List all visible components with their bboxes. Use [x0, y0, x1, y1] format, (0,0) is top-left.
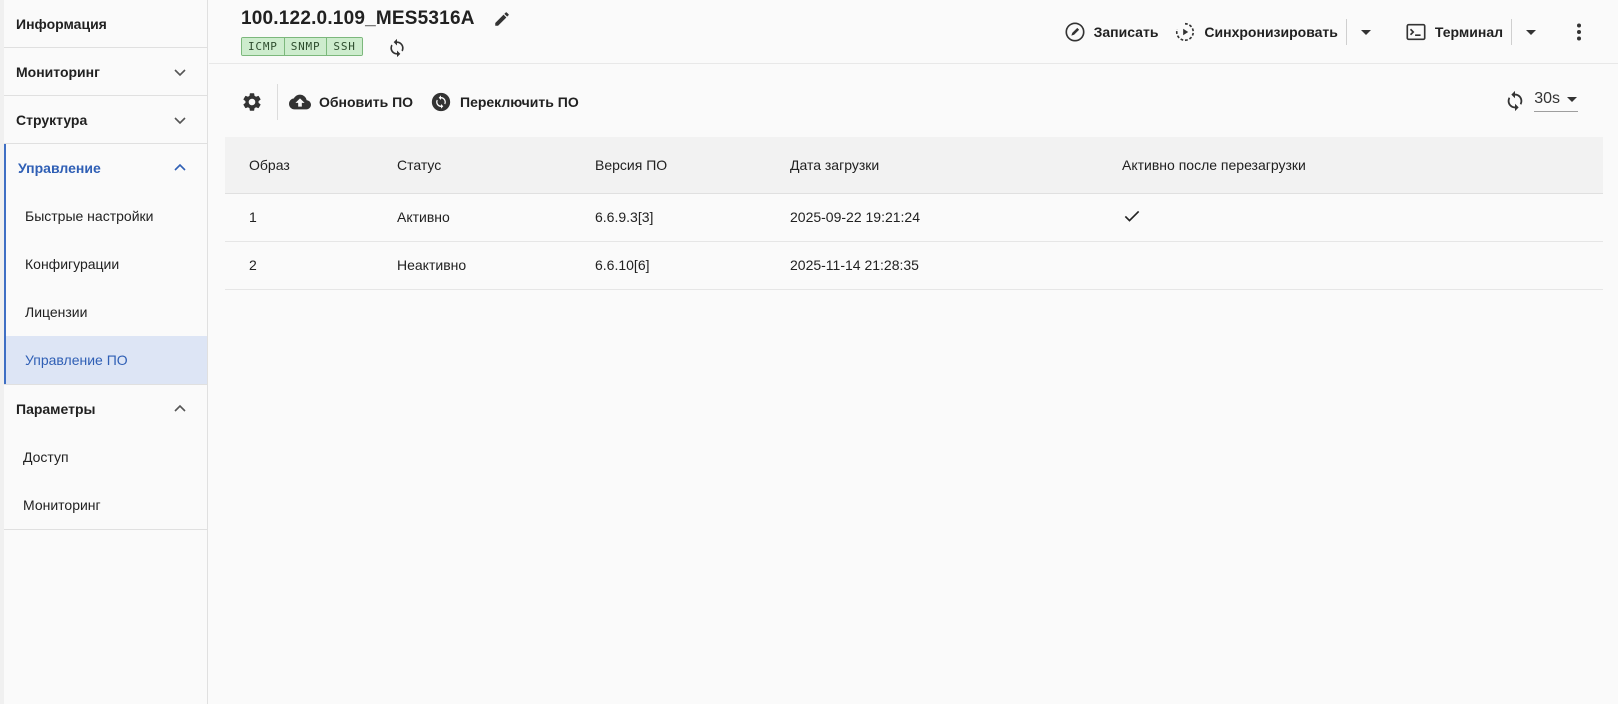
more-menu-button[interactable] — [1568, 21, 1590, 43]
cell-version: 6.6.9.3[3] — [571, 193, 766, 242]
sidebar-item-label: Конфигурации — [25, 256, 120, 272]
protocol-badge-ssh: SSH — [327, 38, 362, 55]
sidebar-item-label: Мониторинг — [16, 63, 100, 80]
protocol-badge-snmp: SNMP — [284, 38, 328, 55]
protocol-badges: ICMP SNMP SSH — [241, 37, 363, 56]
firmware-images-table: Образ Статус Версия ПО Дата загрузки Акт… — [225, 137, 1603, 290]
caret-down-icon — [1360, 30, 1371, 35]
divider — [1345, 19, 1347, 45]
sidebar-item-access[interactable]: Доступ — [4, 433, 207, 481]
column-header-upload-date[interactable]: Дата загрузки — [766, 137, 1098, 194]
sidebar-item-firmware-management[interactable]: Управление ПО — [4, 336, 207, 384]
terminal-button[interactable]: Терминал — [1405, 18, 1503, 46]
cell-upload-date: 2025-11-14 21:28:35 — [766, 241, 1098, 290]
sidebar-item-label: Структура — [16, 111, 88, 128]
sidebar-item-label: Управление — [18, 160, 101, 176]
chevron-up-icon — [174, 404, 186, 412]
status-badge: Неактивно — [373, 241, 571, 290]
refresh-interval-select[interactable]: 30s — [1534, 90, 1578, 112]
cell-image: 2 — [225, 241, 373, 290]
table-header-row: Образ Статус Версия ПО Дата загрузки Акт… — [225, 137, 1603, 194]
sidebar-item-param-monitoring[interactable]: Мониторинг — [4, 481, 207, 529]
sidebar-item-label: Параметры — [16, 401, 96, 417]
sidebar: Информация Мониторинг Структура Управлен… — [4, 0, 208, 704]
update-firmware-button[interactable]: Обновить ПО — [289, 91, 413, 113]
refresh-status-icon[interactable] — [387, 38, 407, 58]
caret-down-icon — [1526, 30, 1536, 35]
switch-cycle-icon — [431, 92, 451, 112]
sync-button-label: Синхронизировать — [1204, 24, 1338, 40]
update-firmware-label: Обновить ПО — [319, 94, 414, 110]
auto-refresh-control: 30s — [1504, 90, 1578, 112]
sidebar-item-label: Лицензии — [25, 304, 88, 320]
status-badge: Активно — [373, 193, 571, 242]
header-actions: Записать Синхронизировать Терминал — [1064, 18, 1618, 46]
sync-play-icon — [1176, 22, 1195, 42]
cell-active-after-reboot — [1098, 193, 1603, 242]
edit-circle-icon — [1065, 22, 1085, 42]
protocol-badge-icmp: ICMP — [242, 38, 285, 55]
sidebar-item-label: Информация — [16, 15, 107, 32]
gear-icon[interactable] — [241, 91, 263, 113]
switch-firmware-button[interactable]: Переключить ПО — [430, 91, 579, 113]
table-row[interactable]: 2 Неактивно 6.6.10[6] 2025-11-14 21:28:3… — [225, 241, 1603, 290]
firmware-toolbar: Обновить ПО Переключить ПО 30s — [209, 80, 1578, 124]
sidebar-item-quick-settings[interactable]: Быстрые настройки — [4, 192, 207, 240]
column-header-status[interactable]: Статус — [373, 137, 571, 194]
sidebar-item-management[interactable]: Управление — [4, 144, 207, 192]
sidebar-group-management: Управление Быстрые настройки Конфигураци… — [4, 144, 207, 385]
sidebar-item-licenses[interactable]: Лицензии — [4, 288, 207, 336]
switch-firmware-label: Переключить ПО — [460, 94, 579, 110]
cell-version: 6.6.10[6] — [571, 241, 766, 290]
write-button-label: Записать — [1093, 24, 1159, 40]
sidebar-item-info[interactable]: Информация — [4, 0, 207, 48]
refresh-icon[interactable] — [1504, 90, 1526, 112]
terminal-dropdown-button[interactable] — [1520, 21, 1542, 43]
column-header-image[interactable]: Образ — [225, 137, 373, 194]
refresh-interval-value: 30s — [1534, 90, 1560, 107]
cell-active-after-reboot — [1098, 241, 1603, 290]
sync-dropdown-button[interactable] — [1355, 21, 1377, 43]
device-header: 100.122.0.109_MES5316A ICMP SNMP SSH Зап… — [209, 0, 1618, 64]
table-row[interactable]: 1 Активно 6.6.9.3[3] 2025-09-22 19:21:24 — [225, 193, 1603, 242]
chevron-down-icon — [174, 68, 186, 76]
terminal-icon — [1406, 23, 1426, 41]
page-title: 100.122.0.109_MES5316A — [241, 8, 475, 29]
chevron-down-icon — [174, 116, 186, 124]
terminal-button-label: Терминал — [1434, 24, 1503, 40]
column-header-version[interactable]: Версия ПО — [571, 137, 766, 194]
column-header-active-after-reboot[interactable]: Активно после перезагрузки — [1098, 137, 1603, 194]
sidebar-item-label: Доступ — [23, 449, 69, 465]
write-button[interactable]: Записать — [1064, 18, 1159, 46]
sidebar-item-label: Быстрые настройки — [25, 208, 154, 224]
divider — [1511, 19, 1512, 45]
sidebar-item-label: Управление ПО — [25, 352, 128, 368]
sidebar-item-monitoring[interactable]: Мониторинг — [4, 48, 207, 96]
sidebar-item-label: Мониторинг — [23, 497, 101, 513]
sync-button[interactable]: Синхронизировать — [1174, 18, 1338, 46]
pencil-icon[interactable] — [493, 10, 511, 28]
chevron-up-icon — [174, 163, 186, 171]
cloud-upload-icon — [289, 94, 311, 110]
checkmark-icon — [1124, 210, 1140, 222]
cell-upload-date: 2025-09-22 19:21:24 — [766, 193, 1098, 242]
cell-image: 1 — [225, 193, 373, 242]
sidebar-item-parameters[interactable]: Параметры — [4, 385, 207, 433]
divider — [277, 84, 278, 120]
sidebar-item-structure[interactable]: Структура — [4, 96, 207, 144]
caret-down-icon — [1567, 97, 1577, 102]
sidebar-item-configurations[interactable]: Конфигурации — [4, 240, 207, 288]
more-vert-icon — [1577, 23, 1581, 41]
sidebar-group-parameters: Параметры Доступ Мониторинг — [4, 385, 207, 530]
